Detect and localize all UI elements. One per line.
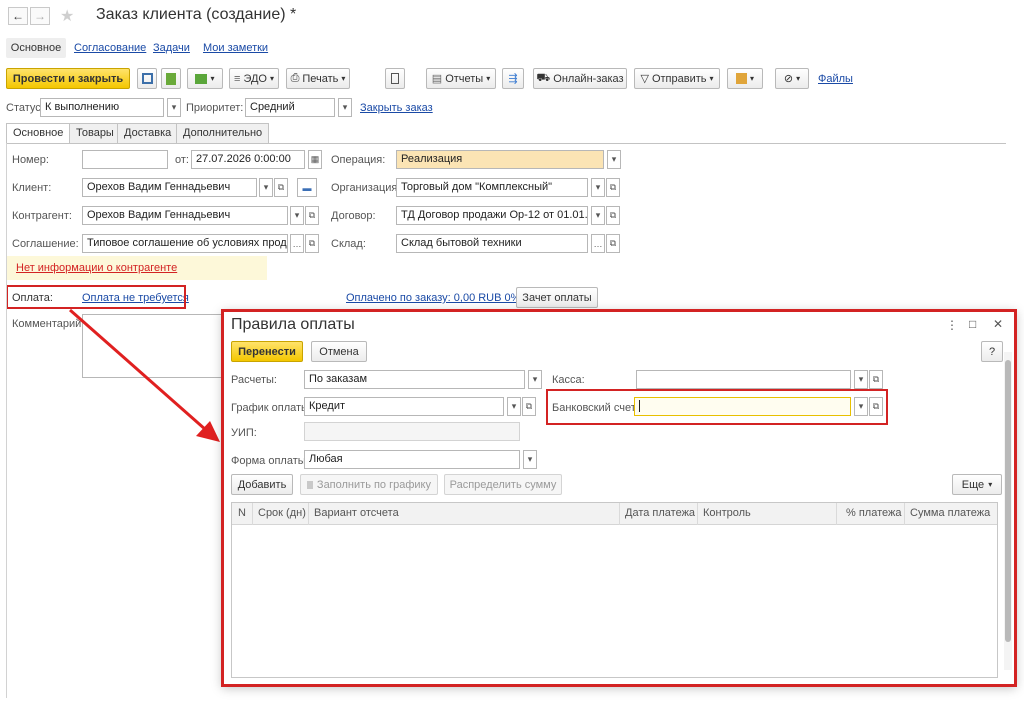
uip-label: УИП: xyxy=(231,427,257,439)
dialog-maximize-icon[interactable]: □ xyxy=(969,317,976,331)
payment-form-dropdown-button[interactable]: ▾ xyxy=(523,450,537,469)
calc-field[interactable]: По заказам xyxy=(304,370,525,389)
col-payment-date: Дата платежа xyxy=(625,507,696,519)
more-button[interactable]: Еще ▾ xyxy=(952,474,1002,495)
bank-account-dropdown-button[interactable]: ▾ xyxy=(854,397,868,416)
payments-table: N Срок (дн) Вариант отсчета Дата платежа… xyxy=(231,502,998,678)
open-icon: ⧉ xyxy=(872,401,880,411)
add-button[interactable]: Добавить xyxy=(231,474,293,495)
cash-label: Касса: xyxy=(552,374,585,386)
schedule-label: График оплаты: xyxy=(231,402,313,414)
col-separator xyxy=(904,503,905,525)
cash-open-button[interactable]: ⧉ xyxy=(869,370,883,389)
payment-form-label: Форма оплаты: xyxy=(231,455,309,467)
col-sum: Сумма платежа xyxy=(910,507,991,519)
dialog-cancel-button[interactable]: Отмена xyxy=(311,341,367,362)
fill-icon xyxy=(307,480,313,489)
chevron-down-icon: ▾ xyxy=(988,480,993,489)
dialog-title: Правила оплаты xyxy=(231,316,355,333)
calc-dropdown-button[interactable]: ▾ xyxy=(528,370,542,389)
col-percent: % платежа xyxy=(846,507,902,519)
more-label: Еще xyxy=(961,478,985,491)
schedule-open-button[interactable]: ⧉ xyxy=(522,397,536,416)
schedule-field[interactable]: Кредит xyxy=(304,397,504,416)
table-header: N Срок (дн) Вариант отсчета Дата платежа… xyxy=(232,503,997,525)
col-control: Контроль xyxy=(703,507,751,519)
fill-by-schedule-button[interactable]: Заполнить по графику xyxy=(300,474,438,495)
calc-label: Расчеты: xyxy=(231,374,277,386)
chevron-down-icon: ▾ xyxy=(532,374,538,384)
col-separator xyxy=(308,503,309,525)
col-variant: Вариант отсчета xyxy=(314,507,399,519)
col-n: N xyxy=(238,507,246,519)
fill-label: Заполнить по графику xyxy=(316,478,431,491)
col-term: Срок (дн) xyxy=(258,507,306,519)
distribute-sum-button[interactable]: Распределить сумму xyxy=(444,474,562,495)
chevron-down-icon: ▾ xyxy=(858,401,864,411)
bank-account-open-button[interactable]: ⧉ xyxy=(869,397,883,416)
text-cursor xyxy=(639,400,640,413)
cash-dropdown-button[interactable]: ▾ xyxy=(854,370,868,389)
dialog-close-icon[interactable]: ✕ xyxy=(993,317,1003,331)
open-icon: ⧉ xyxy=(525,401,533,411)
scrollbar-thumb[interactable] xyxy=(1005,360,1011,642)
chevron-down-icon: ▾ xyxy=(858,374,864,384)
help-button[interactable]: ? xyxy=(981,341,1003,362)
chevron-down-icon: ▾ xyxy=(527,454,533,464)
schedule-dropdown-button[interactable]: ▾ xyxy=(507,397,521,416)
chevron-down-icon: ▾ xyxy=(511,401,517,411)
dialog-menu-icon[interactable]: ⋮ xyxy=(946,318,958,332)
bank-account-field[interactable] xyxy=(634,397,851,416)
col-separator xyxy=(697,503,698,525)
payment-form-field[interactable]: Любая xyxy=(304,450,520,469)
bank-account-label: Банковский счет: xyxy=(552,402,639,414)
move-button[interactable]: Перенести xyxy=(231,341,303,362)
open-icon: ⧉ xyxy=(872,374,880,384)
uip-field[interactable] xyxy=(304,422,520,441)
col-separator xyxy=(619,503,620,525)
dialog-scrollbar[interactable] xyxy=(1004,352,1012,670)
col-separator xyxy=(252,503,253,525)
cash-field[interactable] xyxy=(636,370,851,389)
col-separator xyxy=(836,503,837,525)
